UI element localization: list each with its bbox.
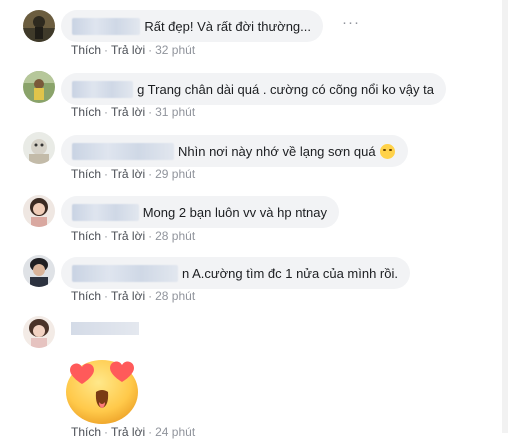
avatar[interactable] xyxy=(23,132,55,164)
like-link[interactable]: Thích xyxy=(71,229,101,243)
blurred-author-name[interactable] xyxy=(72,142,174,160)
avatar[interactable] xyxy=(23,316,55,348)
comment-actions: Thích · Trả lời · 32 phút xyxy=(71,43,196,57)
timestamp[interactable]: 28 phút xyxy=(155,289,195,303)
comment-bubble: Mong 2 bạn luôn vv và hp ntnay xyxy=(61,196,339,228)
comment-actions: Thích · Trả lời · 31 phút xyxy=(71,105,196,119)
avatar[interactable] xyxy=(23,255,55,287)
timestamp[interactable]: 31 phút xyxy=(155,105,195,119)
timestamp[interactable]: 29 phút xyxy=(155,167,195,181)
reply-link[interactable]: Trả lời xyxy=(111,289,145,303)
sad-face-emoji xyxy=(379,143,395,159)
comment-actions: Thích · Trả lời · 24 phút xyxy=(71,425,196,439)
avatar[interactable] xyxy=(23,10,55,42)
comment-text: g Trang chân dài quá . cường có cõng nổi… xyxy=(137,81,434,97)
reply-link[interactable]: Trả lời xyxy=(111,229,145,243)
avatar[interactable] xyxy=(23,71,55,103)
heart-eyes-emoji-sticker[interactable] xyxy=(62,352,142,424)
comment-actions: Thích · Trả lời · 28 phút xyxy=(71,289,196,303)
avatar[interactable] xyxy=(23,195,55,227)
reply-link[interactable]: Trả lời xyxy=(111,167,145,181)
timestamp[interactable]: 28 phút xyxy=(155,229,195,243)
more-options-icon[interactable]: ··· xyxy=(342,14,360,31)
blurred-author-name[interactable] xyxy=(72,264,179,282)
comment-text: Mong 2 bạn luôn vv và hp ntnay xyxy=(142,204,327,220)
blurred-author-name[interactable] xyxy=(72,17,141,35)
timestamp[interactable]: 32 phút xyxy=(155,43,195,57)
blurred-author-name[interactable] xyxy=(71,322,139,335)
like-link[interactable]: Thích xyxy=(71,167,101,181)
like-link[interactable]: Thích xyxy=(71,105,101,119)
reply-link[interactable]: Trả lời xyxy=(111,43,145,57)
blurred-author-name[interactable] xyxy=(72,80,134,98)
comment-text: Nhìn nơi này nhớ về lạng sơn quá xyxy=(178,143,376,159)
reply-link[interactable]: Trả lời xyxy=(111,105,145,119)
reply-link[interactable]: Trả lời xyxy=(111,425,145,439)
comment-text: n A.cường tìm đc 1 nửa của mình rồi. xyxy=(182,265,398,281)
like-link[interactable]: Thích xyxy=(71,43,101,57)
timestamp[interactable]: 24 phút xyxy=(155,425,195,439)
like-link[interactable]: Thích xyxy=(71,425,101,439)
like-link[interactable]: Thích xyxy=(71,289,101,303)
comment-bubble: g Trang chân dài quá . cường có cõng nổi… xyxy=(61,73,446,105)
comment-bubble: Rất đẹp! Và rất đời thường... xyxy=(61,10,323,42)
blurred-author-name[interactable] xyxy=(72,203,139,221)
comment-actions: Thích · Trả lời · 28 phút xyxy=(71,229,196,243)
comment-bubble: n A.cường tìm đc 1 nửa của mình rồi. xyxy=(61,257,410,289)
comment-bubble: Nhìn nơi này nhớ về lạng sơn quá xyxy=(61,135,408,167)
comment-text: Rất đẹp! Và rất đời thường... xyxy=(144,18,311,34)
comment-actions: Thích · Trả lời · 29 phút xyxy=(71,167,196,181)
scrollbar[interactable] xyxy=(502,0,508,433)
